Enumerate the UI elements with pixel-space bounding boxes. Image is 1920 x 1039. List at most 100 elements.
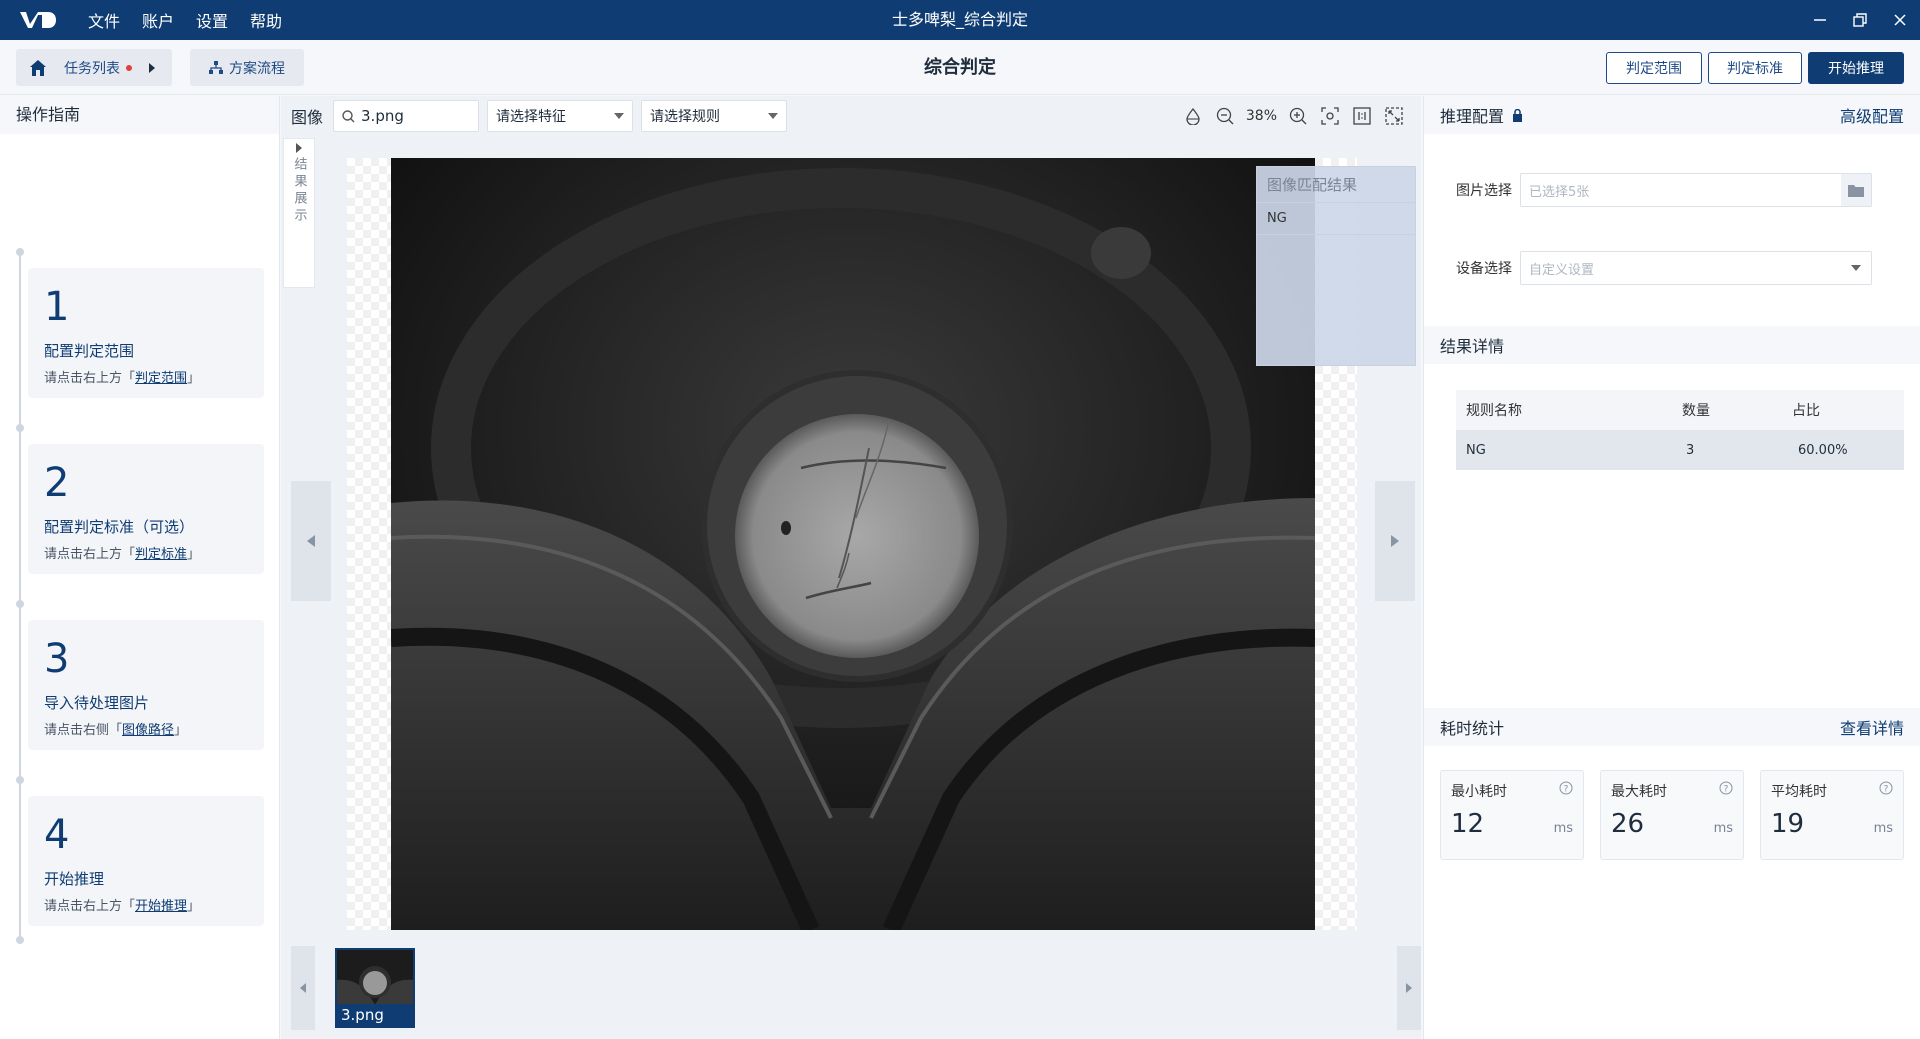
hint-link-start[interactable]: 开始推理 <box>135 899 187 914</box>
time-stats-header: 耗时统计 查看详情 <box>1424 708 1920 746</box>
menu-account[interactable]: 账户 <box>142 8 174 32</box>
hint-text: 」 <box>187 371 201 386</box>
hint-text: 请点击右上方「 <box>44 371 136 386</box>
result-display-label: 结果展示 <box>291 157 307 225</box>
inference-config-title: 推理配置 <box>1440 107 1505 126</box>
window-controls <box>1800 0 1920 40</box>
zoom-controls: 38% <box>1182 96 1405 136</box>
step-hint: 请点击右上方「判定范围」 <box>44 367 248 386</box>
folder-icon <box>1848 184 1864 197</box>
image-select-row: 图片选择 已选择5张 <box>1456 173 1872 207</box>
feature-select[interactable]: 请选择特征 <box>487 100 634 132</box>
advanced-config-link[interactable]: 高级配置 <box>1840 103 1904 127</box>
fullscreen-button[interactable] <box>1383 105 1405 127</box>
hint-text: 」 <box>187 899 201 914</box>
thumbnail-caption: 3.png <box>337 1004 413 1026</box>
image-canvas[interactable]: 图像匹配结果 NG <box>347 158 1416 930</box>
stat-label: 最小耗时 <box>1451 784 1507 800</box>
image-select-label: 图片选择 <box>1456 183 1512 199</box>
minimize-button[interactable] <box>1800 0 1840 40</box>
image-search-input[interactable]: 3.png <box>333 100 480 132</box>
guide-step-2: 2 配置判定标准（可选） 请点击右上方「判定标准」 <box>28 444 264 574</box>
home-icon <box>30 59 46 76</box>
title-bar: 文件 账户 设置 帮助 士多啤梨_综合判定 <box>0 0 1920 40</box>
menu-help[interactable]: 帮助 <box>250 8 282 32</box>
inference-config-header: 推理配置 高级配置 <box>1424 96 1920 134</box>
rule-select[interactable]: 请选择规则 <box>641 100 788 132</box>
timeline-node <box>16 248 24 256</box>
start-inference-button[interactable]: 开始推理 <box>1808 52 1904 84</box>
image-select-field[interactable]: 已选择5张 <box>1520 173 1872 207</box>
actual-size-button[interactable] <box>1351 105 1373 127</box>
caret-left-icon <box>307 535 315 547</box>
hint-text: 」 <box>187 547 201 562</box>
image-label: 图像 <box>291 108 324 127</box>
table-row[interactable]: NG 3 60.00% <box>1456 430 1904 470</box>
previous-image-button[interactable] <box>291 481 331 601</box>
home-button[interactable] <box>16 59 60 77</box>
thumbnail-strip: 3.png <box>291 946 1421 1032</box>
svg-text:?: ? <box>1564 785 1569 795</box>
close-icon <box>1894 14 1906 26</box>
next-image-button[interactable] <box>1375 481 1415 601</box>
restore-button[interactable] <box>1840 0 1880 40</box>
main-menu: 文件 账户 设置 帮助 <box>88 0 282 40</box>
stat-value: 12 <box>1451 809 1485 839</box>
svg-text:?: ? <box>1884 785 1889 795</box>
zoom-in-icon <box>1289 107 1307 125</box>
zoom-level: 38% <box>1245 108 1277 124</box>
match-result-overlay: 图像匹配结果 NG <box>1256 166 1416 366</box>
step-title: 开始推理 <box>44 870 105 888</box>
fit-view-button[interactable] <box>1319 105 1341 127</box>
close-button[interactable] <box>1880 0 1920 40</box>
hint-link-standard[interactable]: 判定标准 <box>135 547 187 562</box>
result-display-tab[interactable]: 结果展示 <box>283 138 315 288</box>
inspection-image[interactable] <box>391 158 1315 930</box>
judge-range-button[interactable]: 判定范围 <box>1606 52 1702 84</box>
step-number: 4 <box>44 812 70 858</box>
time-stats-title: 耗时统计 <box>1440 719 1505 738</box>
fullscreen-icon <box>1385 107 1403 125</box>
stat-unit: ms <box>1553 821 1573 836</box>
breadcrumb: 任务列表 <box>16 49 172 86</box>
help-icon[interactable]: ? <box>1559 781 1573 795</box>
zoom-out-button[interactable] <box>1214 105 1236 127</box>
task-list-label: 任务列表 <box>64 60 120 77</box>
zoom-in-button[interactable] <box>1287 105 1309 127</box>
overlay-result: NG <box>1257 203 1415 235</box>
help-icon[interactable]: ? <box>1879 781 1893 795</box>
task-list-link[interactable]: 任务列表 <box>60 58 156 78</box>
timeline-node <box>16 776 24 784</box>
step-hint: 请点击右侧「图像路径」 <box>44 719 248 738</box>
step-number: 2 <box>44 460 70 506</box>
contrast-button[interactable] <box>1182 105 1204 127</box>
stat-max-time: 最大耗时 ? 26 ms <box>1600 770 1744 860</box>
svg-text:?: ? <box>1724 785 1729 795</box>
hint-link-range[interactable]: 判定范围 <box>135 371 187 386</box>
menu-file[interactable]: 文件 <box>88 8 120 32</box>
device-select-field[interactable]: 自定义设置 <box>1520 251 1872 285</box>
browse-folder-button[interactable] <box>1841 174 1871 206</box>
inference-panel: 推理配置 高级配置 图片选择 已选择5张 设备选择 自定义设置 结果详情 规则名… <box>1423 96 1920 1039</box>
guide-step-3: 3 导入待处理图片 请点击右侧「图像路径」 <box>28 620 264 750</box>
thumbnail-next-button[interactable] <box>1397 946 1421 1030</box>
judge-standard-button[interactable]: 判定标准 <box>1708 52 1802 84</box>
thumbnail-prev-button[interactable] <box>291 946 315 1030</box>
hint-link-image-path[interactable]: 图像路径 <box>122 723 174 738</box>
column-header: 数量 <box>1682 403 1710 419</box>
solution-flow-button[interactable]: 方案流程 <box>190 49 304 86</box>
view-details-link[interactable]: 查看详情 <box>1840 715 1904 739</box>
droplet-icon <box>1186 107 1200 125</box>
thumbnail-item[interactable]: 3.png <box>335 948 415 1028</box>
hint-text: 请点击右上方「 <box>44 547 136 562</box>
image-select-value: 已选择5张 <box>1529 184 1590 200</box>
step-number: 3 <box>44 636 70 682</box>
help-icon[interactable]: ? <box>1719 781 1733 795</box>
hint-text: 请点击右上方「 <box>44 899 136 914</box>
menu-settings[interactable]: 设置 <box>196 8 228 32</box>
step-title: 配置判定范围 <box>44 342 135 360</box>
stat-avg-time: 平均耗时 ? 19 ms <box>1760 770 1904 860</box>
timeline-node <box>16 936 24 944</box>
image-workspace: 图像 3.png 请选择特征 请选择规则 38% 结果展示 图像匹配结果 NG … <box>281 96 1421 1039</box>
zoom-out-icon <box>1216 107 1234 125</box>
